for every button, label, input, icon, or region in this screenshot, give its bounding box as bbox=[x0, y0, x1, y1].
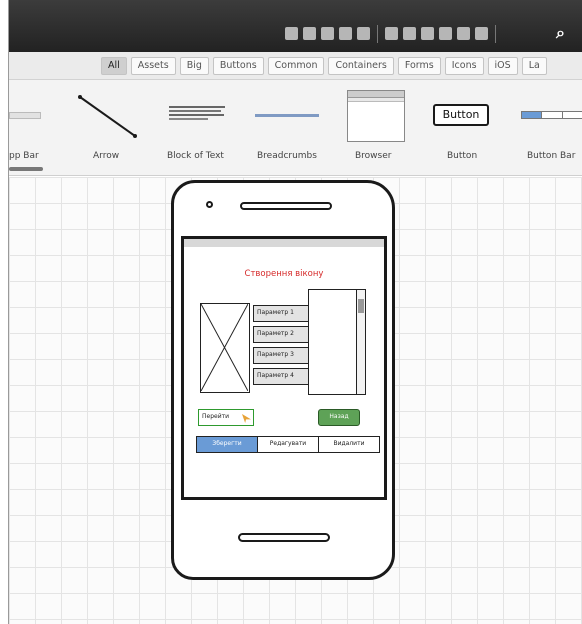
undo-icon[interactable] bbox=[285, 27, 298, 40]
delete-icon[interactable] bbox=[457, 27, 470, 40]
phone-screen: Створення вікону Параметр 1 Параметр 2 П… bbox=[181, 236, 387, 500]
speaker-slot bbox=[240, 202, 332, 210]
gallery-label-browser: Browser bbox=[355, 151, 392, 161]
duplicate-icon[interactable] bbox=[357, 27, 370, 40]
filter-tabs: All Assets Big Buttons Common Containers… bbox=[101, 57, 551, 75]
tab-forms[interactable]: Forms bbox=[397, 57, 441, 75]
trash-icon[interactable] bbox=[475, 27, 488, 40]
align-icon[interactable] bbox=[421, 27, 434, 40]
gallery-label-arrow: Arrow bbox=[93, 151, 120, 161]
lock-icon[interactable] bbox=[439, 27, 452, 40]
app-frame: ⌕ All Assets Big Buttons Common Containe… bbox=[8, 0, 582, 624]
redo-icon[interactable] bbox=[303, 27, 316, 40]
list-scroll-thumb[interactable] bbox=[358, 299, 364, 313]
filter-tab-bar: All Assets Big Buttons Common Containers… bbox=[9, 52, 582, 80]
param-2[interactable]: Параметр 2 bbox=[253, 326, 309, 343]
tab-all[interactable]: All bbox=[101, 57, 127, 75]
block-of-text-preview[interactable] bbox=[169, 106, 225, 124]
breadcrumbs-preview[interactable] bbox=[255, 114, 319, 117]
action-segmented-control: Зберегти Редагувати Видалити bbox=[196, 436, 380, 453]
copy-icon[interactable] bbox=[321, 27, 334, 40]
app-bar-preview[interactable] bbox=[9, 112, 41, 119]
tab-big[interactable]: Big bbox=[179, 57, 209, 75]
ungroup-icon[interactable] bbox=[403, 27, 416, 40]
tab-assets[interactable]: Assets bbox=[130, 57, 176, 75]
group-icon[interactable] bbox=[385, 27, 398, 40]
gallery-label-block-of-text: Block of Text bbox=[167, 151, 224, 161]
top-toolbar: ⌕ bbox=[9, 0, 582, 52]
component-gallery: pp Bar Arrow Block of Text Breadcrumbs B… bbox=[9, 80, 582, 176]
image-placeholder bbox=[200, 303, 250, 393]
segment-save[interactable]: Зберегти bbox=[197, 437, 258, 452]
camera-icon bbox=[206, 201, 213, 208]
toolbar-separator bbox=[495, 25, 496, 43]
segment-edit[interactable]: Редагувати bbox=[258, 437, 319, 452]
tab-ios[interactable]: iOS bbox=[487, 57, 518, 75]
list-scrollbar[interactable] bbox=[356, 290, 365, 394]
button-preview[interactable]: Button bbox=[433, 104, 489, 126]
browser-preview[interactable] bbox=[347, 90, 405, 142]
gallery-label-button-bar: Button Bar bbox=[527, 151, 576, 161]
list-box[interactable] bbox=[308, 289, 366, 395]
segment-delete[interactable]: Видалити bbox=[319, 437, 379, 452]
param-3[interactable]: Параметр 3 bbox=[253, 347, 309, 364]
gallery-label-button: Button bbox=[447, 151, 478, 161]
tab-buttons[interactable]: Buttons bbox=[212, 57, 264, 75]
param-1[interactable]: Параметр 1 bbox=[253, 305, 309, 322]
tab-containers[interactable]: Containers bbox=[328, 57, 394, 75]
tab-icons[interactable]: Icons bbox=[444, 57, 484, 75]
mockup-title: Створення вікону bbox=[244, 269, 324, 279]
gallery-label-app-bar: pp Bar bbox=[9, 151, 39, 161]
button-bar-preview[interactable] bbox=[521, 111, 582, 119]
search-icon[interactable]: ⌕ bbox=[556, 24, 574, 42]
paste-icon[interactable] bbox=[339, 27, 352, 40]
gallery-label-breadcrumbs: Breadcrumbs bbox=[257, 151, 317, 161]
status-bar bbox=[184, 239, 384, 247]
param-4[interactable]: Параметр 4 bbox=[253, 368, 309, 385]
next-button[interactable]: Назад bbox=[318, 409, 360, 426]
home-button bbox=[238, 533, 330, 542]
tab-layout[interactable]: La bbox=[521, 57, 547, 75]
tab-common[interactable]: Common bbox=[267, 57, 325, 75]
arrow-preview[interactable] bbox=[77, 94, 139, 140]
gallery-scrollbar[interactable] bbox=[9, 167, 43, 171]
toolbar-separator bbox=[377, 25, 378, 43]
